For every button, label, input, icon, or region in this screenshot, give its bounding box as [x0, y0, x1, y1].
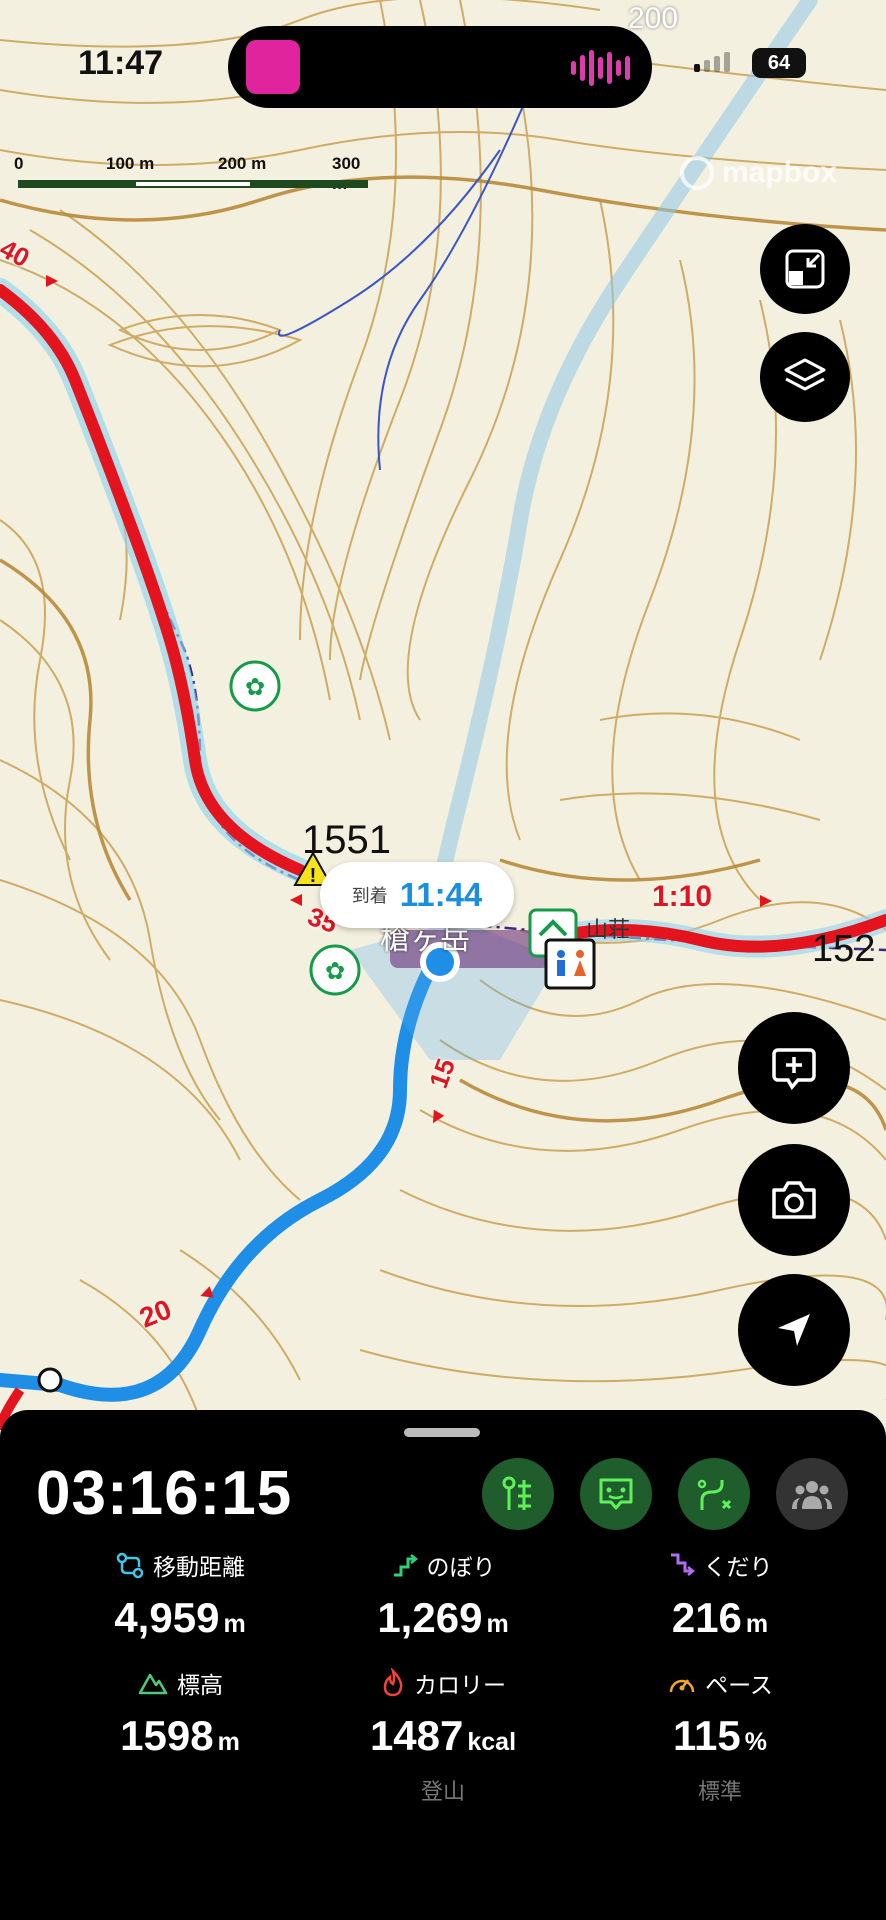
recenter-location-button[interactable] [738, 1274, 850, 1386]
stat-value: 216 [671, 1594, 742, 1641]
elevation-label: 1551 [302, 818, 391, 862]
elevation-label: 200 [628, 2, 679, 35]
route-distance-icon [116, 1552, 144, 1579]
svg-text:✿: ✿ [325, 957, 345, 985]
start-point [37, 1367, 63, 1393]
stat-ascent: のぼり 1,269 m [313, 1548, 573, 1642]
stat-value: 115 [673, 1712, 741, 1759]
trail-signpost-icon [502, 1476, 531, 1510]
stat-label: 標高 [177, 1673, 223, 1699]
add-comment-icon [772, 1048, 816, 1091]
pace-gauge-icon [669, 1679, 695, 1693]
elapsed-time: 03:16:15 [36, 1459, 293, 1528]
ascent-icon [393, 1554, 418, 1577]
stat-value: 1,269 [377, 1594, 483, 1641]
layers-icon [784, 358, 826, 391]
arrival-time-bubble[interactable]: 到着 11:44 [320, 862, 514, 928]
svg-text:!: ! [310, 865, 317, 887]
attribution-text: mapbox [722, 156, 838, 189]
stat-unit: m [217, 1728, 240, 1756]
now-playing-artwork [246, 40, 300, 94]
elevation-label: 152 [812, 928, 876, 970]
pace-rating: 標準 [697, 1780, 742, 1805]
stat-value: 1598 [120, 1712, 214, 1759]
stat-unit: m [486, 1610, 509, 1638]
scale-tick: 200 m [218, 154, 267, 173]
camera-button[interactable] [738, 1144, 850, 1256]
cellular-signal-icon [694, 52, 730, 72]
route-mode-button[interactable] [678, 1458, 750, 1530]
stat-unit: % [744, 1728, 767, 1756]
svg-text:✿: ✿ [245, 673, 265, 701]
stat-unit: m [223, 1610, 246, 1638]
stat-label: ペース [705, 1673, 773, 1699]
battery-indicator: 64 [752, 48, 806, 78]
route-path-icon [697, 1479, 732, 1510]
stat-descent: くだり 216 m [590, 1548, 850, 1642]
mountain-icon [138, 1673, 168, 1695]
fullscreen-toggle-button[interactable] [760, 224, 850, 314]
scale-tick: 300 m [332, 154, 361, 193]
stat-unit: m [745, 1610, 769, 1638]
stat-label: カロリー [414, 1673, 506, 1699]
stat-unit: kcal [467, 1728, 517, 1756]
toilet-icon [544, 938, 596, 990]
group-members-icon [792, 1481, 832, 1509]
chat-mode-button[interactable] [580, 1458, 652, 1530]
sheet-grabber[interactable] [404, 1428, 480, 1437]
calorie-flame-icon [383, 1668, 403, 1697]
stat-elevation: 標高 1598 m [50, 1666, 310, 1760]
hut-name-label: 山荘 [586, 917, 631, 942]
stat-label: のぼり [426, 1555, 496, 1581]
stat-value: 4,959 [114, 1594, 220, 1641]
mapbox-logo-icon [680, 156, 714, 190]
stat-distance: 移動距離 4,959 m [50, 1548, 310, 1642]
stat-value: 1487 [369, 1712, 464, 1759]
mapbox-attribution[interactable]: mapbox [680, 156, 837, 190]
stat-label: くだり [703, 1555, 773, 1581]
message-icon [599, 1478, 633, 1510]
activity-stats-panel[interactable]: 03:16:15 移動距離 4,959 m のぼり 1,269 m くだり 21… [0, 1410, 886, 1920]
trail-mode-button[interactable] [482, 1458, 554, 1530]
status-time: 11:47 [78, 44, 164, 82]
stat-label: 移動距離 [153, 1555, 245, 1581]
location-arrow-icon [778, 1314, 810, 1346]
map-scale-bar: 0 100 m 200 m 300 m [14, 154, 368, 194]
audio-waveform-icon [571, 50, 630, 86]
group-mode-button[interactable] [776, 1458, 848, 1530]
scale-tick: 0 [14, 154, 24, 173]
arrival-label: 到着 [351, 886, 388, 907]
map-layers-button[interactable] [760, 332, 850, 422]
stat-calories: カロリー 1487 kcal 登山 [313, 1666, 573, 1806]
descent-icon [670, 1553, 695, 1576]
add-memo-button[interactable] [738, 1012, 850, 1124]
arrival-time: 11:44 [399, 876, 483, 913]
segment-time-label: 1:10 [652, 880, 713, 913]
stat-pace: ペース 115% 標準 [590, 1666, 850, 1806]
collapse-icon [785, 249, 825, 289]
dynamic-island[interactable] [228, 26, 652, 108]
camera-icon [772, 1181, 816, 1219]
scale-tick: 100 m [106, 154, 155, 173]
calorie-activity: 登山 [420, 1780, 465, 1805]
